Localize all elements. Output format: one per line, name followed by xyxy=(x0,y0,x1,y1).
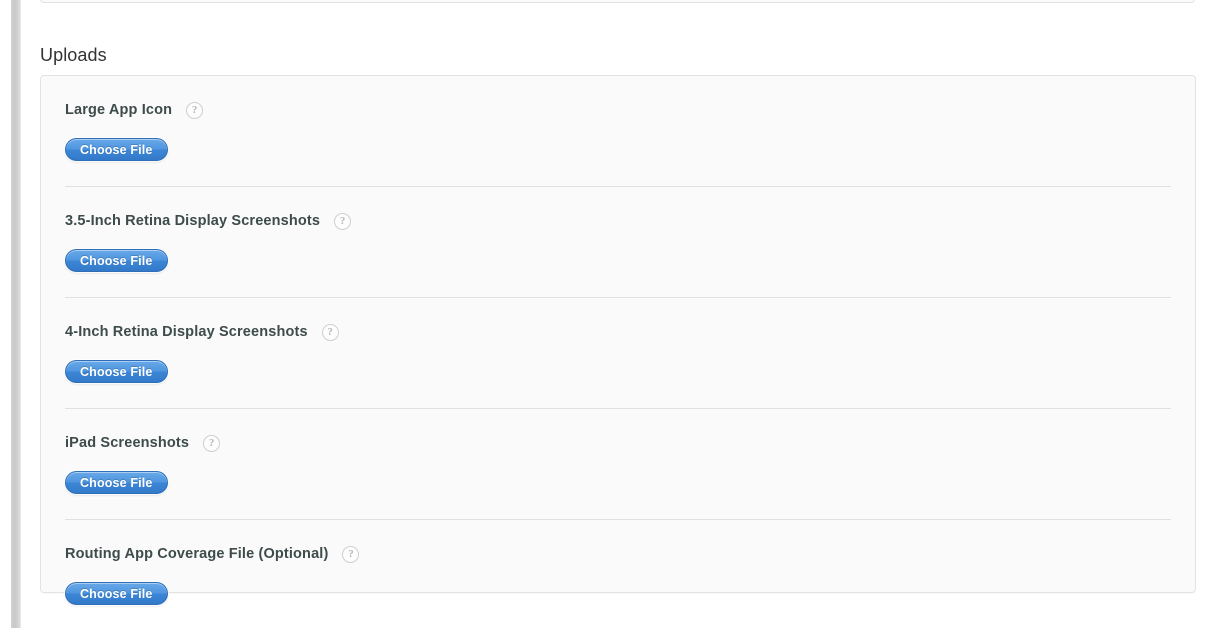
upload-label: iPad Screenshots xyxy=(65,435,190,451)
upload-row-body: iPad Screenshots ? Choose File xyxy=(65,409,1171,519)
page-left-gutter xyxy=(0,0,11,635)
help-icon[interactable]: ? xyxy=(186,101,204,119)
help-icon[interactable]: ? xyxy=(203,434,221,452)
upload-row: 4-Inch Retina Display Screenshots ? Choo… xyxy=(41,297,1195,408)
upload-row-header: Large App Icon ? xyxy=(65,100,1171,120)
page-viewport: Uploads Large App Icon ? Choose File 3.5… xyxy=(0,0,1207,635)
upload-row-header: iPad Screenshots ? xyxy=(65,433,1171,453)
help-icon[interactable]: ? xyxy=(334,212,352,230)
page-title: Uploads xyxy=(40,45,107,65)
upload-label: 3.5-Inch Retina Display Screenshots xyxy=(65,213,321,229)
upload-row-header: 3.5-Inch Retina Display Screenshots ? xyxy=(65,211,1171,231)
choose-file-button[interactable]: Choose File xyxy=(65,249,168,272)
upload-row: iPad Screenshots ? Choose File xyxy=(41,408,1195,519)
upload-row-body: Routing App Coverage File (Optional) ? C… xyxy=(65,520,1171,630)
choose-file-button[interactable]: Choose File xyxy=(65,582,168,605)
upload-label: Routing App Coverage File (Optional) xyxy=(65,546,329,562)
choose-file-button[interactable]: Choose File xyxy=(65,471,168,494)
upload-label: 4-Inch Retina Display Screenshots xyxy=(65,324,308,340)
upload-row-body: 4-Inch Retina Display Screenshots ? Choo… xyxy=(65,298,1171,408)
upload-row: 3.5-Inch Retina Display Screenshots ? Ch… xyxy=(41,186,1195,297)
previous-section-card-stub xyxy=(40,0,1195,3)
uploads-card: Large App Icon ? Choose File 3.5-Inch Re… xyxy=(40,75,1196,605)
upload-row: Routing App Coverage File (Optional) ? C… xyxy=(41,519,1195,630)
upload-row: Large App Icon ? Choose File xyxy=(41,76,1195,186)
upload-row-body: 3.5-Inch Retina Display Screenshots ? Ch… xyxy=(65,187,1171,297)
help-icon[interactable]: ? xyxy=(321,323,339,341)
page-scroll-rail[interactable] xyxy=(11,0,20,628)
choose-file-button[interactable]: Choose File xyxy=(65,138,168,161)
upload-row-body: Large App Icon ? Choose File xyxy=(65,76,1171,186)
upload-label: Large App Icon xyxy=(65,102,173,118)
choose-file-button[interactable]: Choose File xyxy=(65,360,168,383)
upload-row-header: 4-Inch Retina Display Screenshots ? xyxy=(65,322,1171,342)
upload-row-header: Routing App Coverage File (Optional) ? xyxy=(65,544,1171,564)
help-icon[interactable]: ? xyxy=(342,545,360,563)
